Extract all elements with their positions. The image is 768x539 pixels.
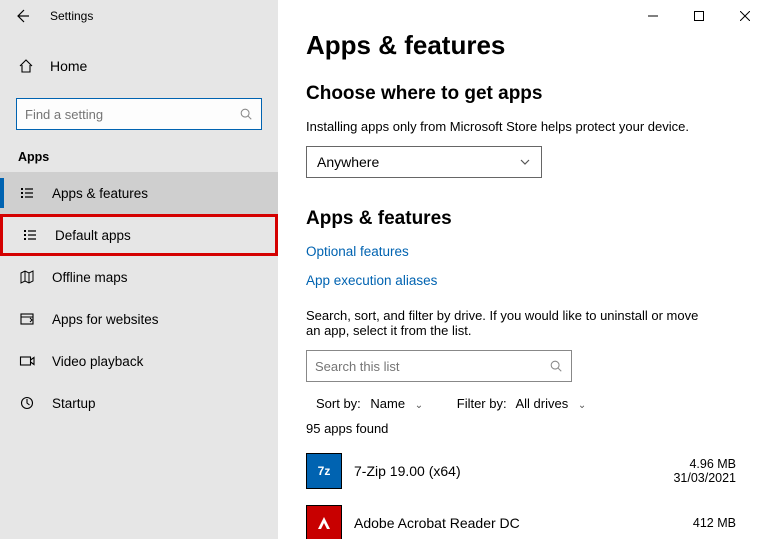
back-button[interactable] — [6, 0, 38, 32]
apps-features-icon — [18, 184, 36, 202]
nav-video-playback[interactable]: Video playback — [0, 340, 278, 382]
page-title: Apps & features — [306, 30, 740, 61]
app-source-dropdown[interactable]: Anywhere — [306, 146, 542, 178]
choose-heading: Choose where to get apps — [306, 83, 740, 105]
nav-label: Apps for websites — [52, 312, 159, 327]
home-nav[interactable]: Home — [0, 46, 278, 86]
find-setting-input[interactable] — [25, 107, 239, 122]
search-icon — [239, 107, 253, 121]
nav-apps-websites[interactable]: Apps for websites — [0, 298, 278, 340]
app-size: 412 MB — [693, 516, 736, 530]
filter-help-text: Search, sort, and filter by drive. If yo… — [306, 308, 716, 338]
nav-label: Startup — [52, 396, 96, 411]
default-apps-icon — [21, 226, 39, 244]
chevron-down-icon: ⌄ — [415, 400, 423, 411]
window-title: Settings — [50, 9, 93, 23]
apps-features-heading: Apps & features — [306, 208, 740, 230]
nav-label: Default apps — [55, 228, 131, 243]
video-playback-icon — [18, 352, 36, 370]
section-label: Apps — [0, 130, 278, 172]
dropdown-value: Anywhere — [317, 154, 379, 170]
optional-features-link[interactable]: Optional features — [306, 244, 409, 259]
app-date: 31/03/2021 — [673, 471, 736, 485]
choose-subtext: Installing apps only from Microsoft Stor… — [306, 119, 740, 134]
sort-by-label: Sort by: — [316, 396, 361, 411]
filter-by-label: Filter by: — [457, 396, 507, 411]
chevron-down-icon: ⌄ — [578, 400, 586, 411]
nav-startup[interactable]: Startup — [0, 382, 278, 424]
nav-label: Video playback — [52, 354, 143, 369]
sort-by-value[interactable]: Name — [370, 396, 405, 411]
maximize-button[interactable] — [676, 0, 722, 32]
app-size: 4.96 MB — [673, 457, 736, 471]
nav-apps-features[interactable]: Apps & features — [0, 172, 278, 214]
nav-default-apps[interactable]: Default apps — [0, 214, 278, 256]
app-name: 7-Zip 19.00 (x64) — [354, 463, 673, 479]
home-icon — [18, 58, 34, 74]
startup-icon — [18, 394, 36, 412]
search-list-input[interactable] — [315, 359, 549, 374]
nav-label: Offline maps — [52, 270, 128, 285]
nav-offline-maps[interactable]: Offline maps — [0, 256, 278, 298]
search-icon — [549, 359, 563, 373]
chevron-down-icon — [519, 156, 531, 168]
app-list-item[interactable]: Adobe Acrobat Reader DC 412 MB — [306, 500, 740, 539]
app-icon-adobe — [306, 505, 342, 539]
app-name: Adobe Acrobat Reader DC — [354, 515, 693, 531]
home-label: Home — [50, 58, 87, 74]
close-button[interactable] — [722, 0, 768, 32]
app-list-item[interactable]: 7z 7-Zip 19.00 (x64) 4.96 MB 31/03/2021 — [306, 448, 740, 494]
search-list-box[interactable] — [306, 350, 572, 382]
filter-by-value[interactable]: All drives — [516, 396, 569, 411]
app-icon-7zip: 7z — [306, 453, 342, 489]
app-execution-aliases-link[interactable]: App execution aliases — [306, 273, 437, 288]
apps-count: 95 apps found — [306, 421, 740, 436]
offline-maps-icon — [18, 268, 36, 286]
minimize-button[interactable] — [630, 0, 676, 32]
apps-websites-icon — [18, 310, 36, 328]
nav-label: Apps & features — [52, 186, 148, 201]
find-setting-search[interactable] — [16, 98, 262, 130]
